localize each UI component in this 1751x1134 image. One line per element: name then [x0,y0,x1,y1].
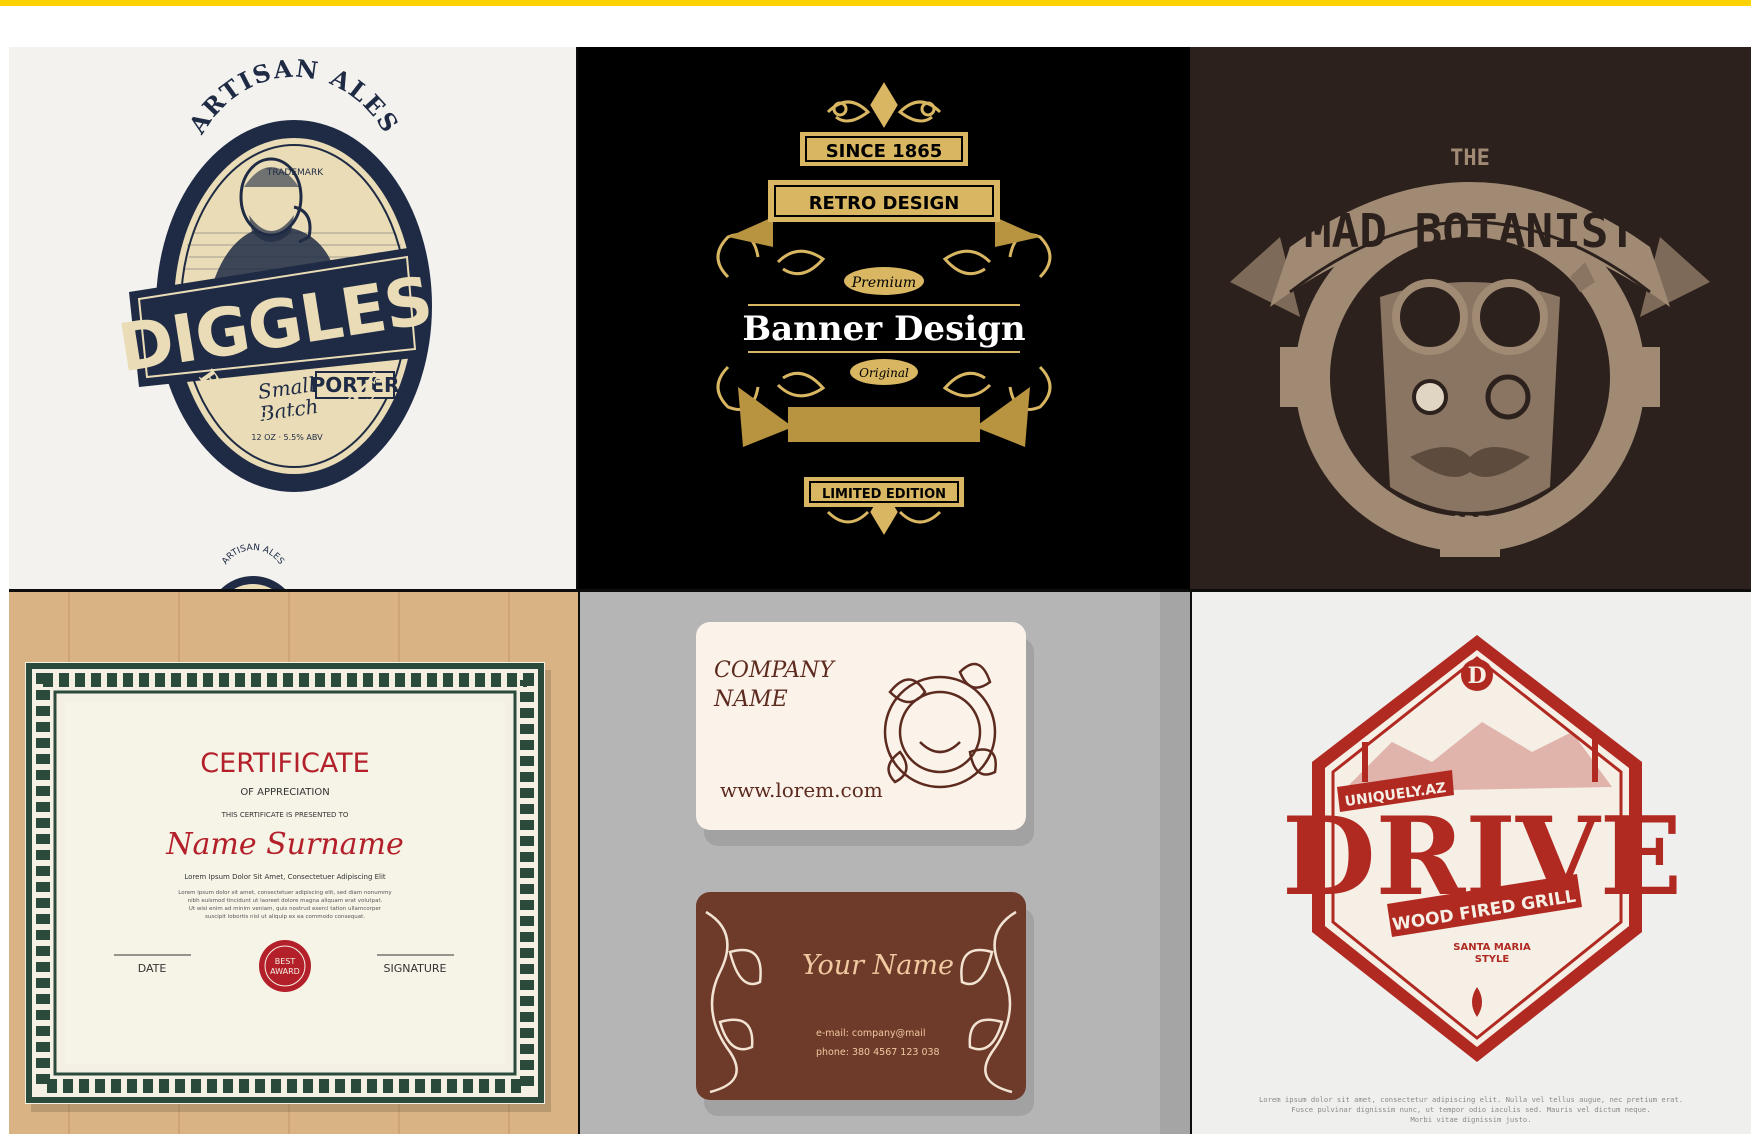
corp-text: CORP. [1437,513,1503,538]
email-text: e-mail: company@mail [816,1028,926,1039]
signature-label: SIGNATURE [383,962,446,975]
certificate-title: CERTIFICATE [200,748,369,779]
drive-letter-badge: D [1467,663,1486,689]
diggles-label-tile[interactable]: ARTISAN ALES TRADEMARK DIGGLES Small Bat… [9,47,576,589]
certificate-art: CERTIFICATE OF APPRECIATION THIS CERTIFI… [25,592,551,1134]
design-gallery-grid: ARTISAN ALES TRADEMARK DIGGLES Small Bat… [9,47,1751,1134]
company-line-2: NAME [713,687,788,712]
certificate-subtitle: OF APPRECIATION [240,787,329,798]
retro-text: RETRO DESIGN [809,193,960,214]
ribbon-since: SINCE 1865 [800,132,968,166]
seal-line-1: BEST [275,957,296,966]
premium-text: Premium [851,275,916,291]
mad-botanist-tile[interactable]: THE MAD BOTANIST CORP. [1190,47,1751,589]
mad-botanist-art: THE MAD BOTANIST CORP. [1230,146,1710,557]
lorem-line-2: nibh euismod tincidunt ut laoreet dolore… [188,898,383,904]
card-back [696,892,1026,1100]
company-line-1: COMPANY [714,658,836,683]
mini-badge: ARTISAN ALES D [220,543,286,589]
ribbon-retro: RETRO DESIGN [728,180,1040,247]
santa-maria-line-1: SANTA MARIA [1453,942,1531,953]
website-text: www.lorem.com [720,778,883,802]
lorem-heading: Lorem Ipsum Dolor Sit Amet, Consectetuer… [184,873,386,881]
original-text: Original [859,366,909,380]
business-card-tile[interactable]: COMPANY NAME www.lorem.com Your Name e-m… [580,592,1190,1134]
lorem-line-1: Lorem ipsum dolor sit amet, consectetuer… [178,890,392,896]
trademark-text: TRADEMARK [266,168,324,178]
lorem-line-4: suscipit lobortis nisl ut aliquip ex ea … [205,914,365,920]
limited-text: LIMITED EDITION [822,487,946,502]
seal-line-2: AWARD [270,967,300,976]
certificate-tile[interactable]: CERTIFICATE OF APPRECIATION THIS CERTIFI… [9,592,578,1134]
the-text: THE [1450,146,1490,171]
award-seal: BEST AWARD [259,940,311,992]
lorem-line-2: Fusce pulvinar dignissim nunc, ut tempor… [1291,1105,1650,1114]
drive-logo-art: D UNIQUELY.AZ DRIVE WOOD FIRED GRILL SAN… [1259,635,1683,1124]
business-card-art: COMPANY NAME www.lorem.com Your Name e-m… [696,592,1190,1134]
your-name-text: Your Name [802,950,954,981]
since-text: SINCE 1865 [826,141,943,162]
ribbon-limited: LIMITED EDITION [738,387,1030,507]
lorem-line-1: Lorem ipsum dolor sit amet, consectetur … [1259,1095,1683,1104]
santa-maria-line-2: STYLE [1475,954,1510,965]
presented-text: THIS CERTIFICATE IS PRESENTED TO [221,811,349,819]
lorem-line-3: Morbi vitae dignissim justo. [1410,1115,1531,1124]
banner-title-text: Banner Design [742,309,1025,349]
top-accent-bar [0,0,1751,6]
mini-badge-letter: D [241,580,266,589]
banner-design-tile[interactable]: SINCE 1865 RETRO DESIGN Premium Banner D… [578,47,1190,589]
lorem-line-3: Ut wisi enim ad minim veniam, quis nostr… [189,906,382,912]
drive-logo-tile[interactable]: D UNIQUELY.AZ DRIVE WOOD FIRED GRILL SAN… [1192,592,1751,1134]
phone-text: phone: 380 4567 123 038 [816,1047,940,1058]
recipient-name: Name Surname [165,827,404,862]
diggles-label-art: ARTISAN ALES TRADEMARK DIGGLES Small Bat… [113,53,437,589]
banner-design-art: SINCE 1865 RETRO DESIGN Premium Banner D… [716,82,1052,535]
svg-text:ARTISAN ALES: ARTISAN ALES [220,543,285,567]
date-label: DATE [138,962,167,975]
mini-badge-text: ARTISAN ALES [220,543,285,567]
botanist-name-text: MAD BOTANIST [1304,204,1636,258]
